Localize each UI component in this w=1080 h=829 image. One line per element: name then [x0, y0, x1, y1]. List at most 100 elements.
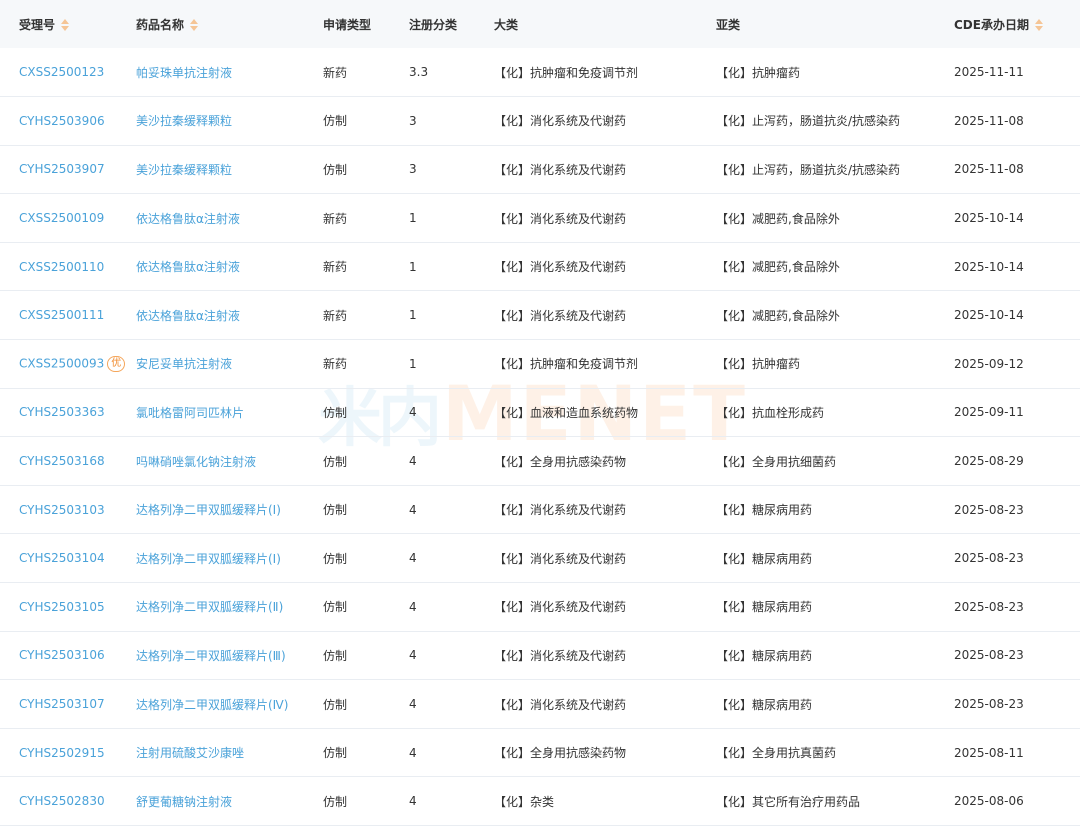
accept-no-link[interactable]: CYHS2503363 — [19, 405, 105, 419]
drug-name-cell: 依达格鲁肽α注射液 — [136, 242, 323, 291]
accept-no-link[interactable]: CXSS2500093 — [19, 356, 104, 370]
drug-name-cell: 依达格鲁肽α注射液 — [136, 291, 323, 340]
drug-name-link[interactable]: 舒更葡糖钠注射液 — [136, 795, 232, 809]
drug-name-link[interactable]: 吗啉硝唑氯化钠注射液 — [136, 455, 256, 469]
accept-no-link[interactable]: CYHS2503906 — [19, 114, 105, 128]
subcategory-cell: 【化】止泻药，肠道抗炎/抗感染药 — [716, 145, 954, 194]
accept-no-link[interactable]: CYHS2503103 — [19, 503, 105, 517]
drug-name-cell: 美沙拉秦缓释颗粒 — [136, 145, 323, 194]
category-cell: 【化】全身用抗感染药物 — [494, 437, 716, 486]
subcategory-cell: 【化】全身用抗细菌药 — [716, 454, 837, 469]
reg-class-cell: 1 — [409, 242, 494, 291]
subcategory-cell: 【化】减肥药,食品除外 — [716, 242, 954, 291]
accept-no-link[interactable]: CXSS2500110 — [19, 260, 104, 274]
cde-date-cell: 2025-08-29 — [954, 437, 1080, 486]
subcategory-cell: 【化】抗肿瘤药 — [716, 48, 954, 97]
category-cell: 【化】消化系统及代谢药 — [494, 145, 716, 194]
reg-class-cell: 3.3 — [409, 65, 429, 80]
drug-name-link[interactable]: 达格列净二甲双胍缓释片(Ⅲ) — [136, 649, 286, 663]
drug-name-link[interactable]: 依达格鲁肽α注射液 — [136, 309, 240, 323]
column-header-apply-type: 申请类型 — [323, 17, 372, 32]
apply-type-cell: 仿制 — [323, 405, 348, 420]
accept-no-link[interactable]: CYHS2503105 — [19, 600, 105, 614]
reg-class-cell: 4 — [409, 794, 417, 809]
table-row: CYHS2502830 舒更葡糖钠注射液 仿制 4 【化】杂类 【化】其它所有治疗用药品 2… — [0, 777, 1080, 826]
accept-no-cell: CXSS2500109 — [0, 194, 136, 243]
table-row: CYHS2503103 达格列净二甲双胍缓释片(Ⅰ) 仿制 4 【化】消化系统及代谢药 【… — [0, 485, 1080, 534]
reg-class-cell: 4 — [409, 502, 417, 517]
category-cell: 【化】消化系统及代谢药 — [494, 631, 716, 680]
column-header-cde-date[interactable]: CDE承办日期 — [954, 0, 1080, 48]
drug-name-link[interactable]: 帕妥珠单抗注射液 — [136, 66, 232, 80]
drug-name-link[interactable]: 达格列净二甲双胍缓释片(Ⅰ) — [136, 503, 281, 517]
accept-no-cell: CYHS2503105 — [0, 583, 136, 632]
accept-no-link[interactable]: CYHS2503168 — [19, 454, 105, 468]
sort-icon[interactable] — [61, 19, 70, 31]
drug-name-link[interactable]: 达格列净二甲双胍缓释片(Ⅱ) — [136, 600, 283, 614]
cde-date-cell: 2025-11-11 — [954, 48, 1080, 97]
table-row: CYHS2503107 达格列净二甲双胍缓释片(Ⅳ) 仿制 4 【化】消化系统及代谢药 【… — [0, 680, 1080, 729]
drug-name-cell: 帕妥珠单抗注射液 — [136, 48, 323, 97]
cde-date-cell: 2025-09-12 — [954, 356, 1024, 371]
apply-type-cell: 新药 — [323, 308, 348, 323]
category-cell: 【化】血液和造血系统药物 — [494, 405, 639, 420]
column-header-accept-no[interactable]: 受理号 — [0, 0, 136, 48]
drug-name-link[interactable]: 达格列净二甲双胍缓释片(Ⅳ) — [136, 698, 288, 712]
column-header-drug-name[interactable]: 药品名称 — [136, 0, 323, 48]
cde-date-cell: 2025-10-14 — [954, 211, 1024, 226]
reg-class-cell: 4 — [409, 454, 417, 469]
category-cell: 【化】消化系统及代谢药 — [494, 551, 627, 566]
column-header-label: 受理号 — [19, 17, 56, 32]
drug-name-link[interactable]: 氯吡格雷阿司匹林片 — [136, 406, 244, 420]
subcategory-cell: 【化】抗血栓形成药 — [716, 405, 825, 420]
cde-date-cell: 2025-09-11 — [954, 405, 1024, 420]
cde-date-cell: 2025-08-23 — [954, 631, 1080, 680]
accept-no-cell: CYHS2502830 — [0, 777, 136, 826]
cde-date-cell: 2025-08-23 — [954, 502, 1024, 517]
drug-name-link[interactable]: 达格列净二甲双胍缓释片(Ⅰ) — [136, 552, 281, 566]
drug-name-link[interactable]: 安尼妥单抗注射液 — [136, 357, 232, 371]
accept-no-link[interactable]: CXSS2500111 — [19, 308, 104, 322]
cde-date-cell: 2025-11-08 — [954, 113, 1024, 128]
category-cell: 【化】消化系统及代谢药 — [494, 583, 716, 632]
drug-name-link[interactable]: 注射用硫酸艾沙康唑 — [136, 746, 244, 760]
category-cell: 【化】消化系统及代谢药 — [494, 260, 627, 275]
subcategory-cell: 【化】全身用抗真菌药 — [716, 728, 954, 777]
cde-date-cell: 2025-08-06 — [954, 794, 1024, 809]
accept-no-link[interactable]: CXSS2500123 — [19, 65, 104, 79]
accept-no-link[interactable]: CYHS2502830 — [19, 794, 105, 808]
accept-no-link[interactable]: CYHS2503104 — [19, 551, 105, 565]
apply-type-cell: 新药 — [323, 65, 348, 80]
accept-no-link[interactable]: CYHS2503106 — [19, 648, 105, 662]
accept-no-cell: CYHS2503107 — [0, 680, 136, 729]
apply-type-cell: 新药 — [323, 340, 409, 389]
subcategory-cell: 【化】其它所有治疗用药品 — [716, 794, 861, 809]
category-cell: 【化】消化系统及代谢药 — [494, 534, 716, 583]
drug-name-cell: 氯吡格雷阿司匹林片 — [136, 388, 323, 437]
drug-name-link[interactable]: 美沙拉秦缓释颗粒 — [136, 114, 232, 128]
accept-no-link[interactable]: CYHS2502915 — [19, 746, 105, 760]
subcategory-cell: 【化】抗肿瘤药 — [716, 357, 801, 372]
accept-no-link[interactable]: CXSS2500109 — [19, 211, 104, 225]
reg-class-cell: 4 — [409, 599, 417, 614]
accept-no-cell: CXSS2500093 优 — [0, 340, 136, 389]
sort-icon[interactable] — [190, 19, 199, 31]
subcategory-cell: 【化】减肥药,食品除外 — [716, 211, 840, 226]
subcategory-cell: 【化】糖尿病用药 — [716, 485, 954, 534]
subcategory-cell: 【化】减肥药,食品除外 — [716, 194, 954, 243]
reg-class-cell: 4 — [409, 745, 417, 760]
drug-name-link[interactable]: 依达格鲁肽α注射液 — [136, 260, 240, 274]
drug-name-link[interactable]: 依达格鲁肽α注射液 — [136, 212, 240, 226]
drug-name-cell: 注射用硫酸艾沙康唑 — [136, 728, 323, 777]
accept-no-link[interactable]: CYHS2503107 — [19, 697, 105, 711]
cde-date-cell: 2025-08-23 — [954, 697, 1024, 712]
subcategory-cell: 【化】抗血栓形成药 — [716, 388, 954, 437]
apply-type-cell: 仿制 — [323, 114, 348, 129]
sort-icon[interactable] — [1034, 19, 1043, 31]
subcategory-cell: 【化】糖尿病用药 — [716, 583, 954, 632]
category-cell: 【化】消化系统及代谢药 — [494, 211, 627, 226]
drug-name-link[interactable]: 美沙拉秦缓释颗粒 — [136, 163, 232, 177]
accept-no-link[interactable]: CYHS2503907 — [19, 162, 105, 176]
accept-no-cell: CYHS2503906 — [0, 97, 136, 146]
table-row: CXSS2500111 依达格鲁肽α注射液 新药 1 【化】消化系统及代谢药 【化】减肥药… — [0, 291, 1080, 340]
